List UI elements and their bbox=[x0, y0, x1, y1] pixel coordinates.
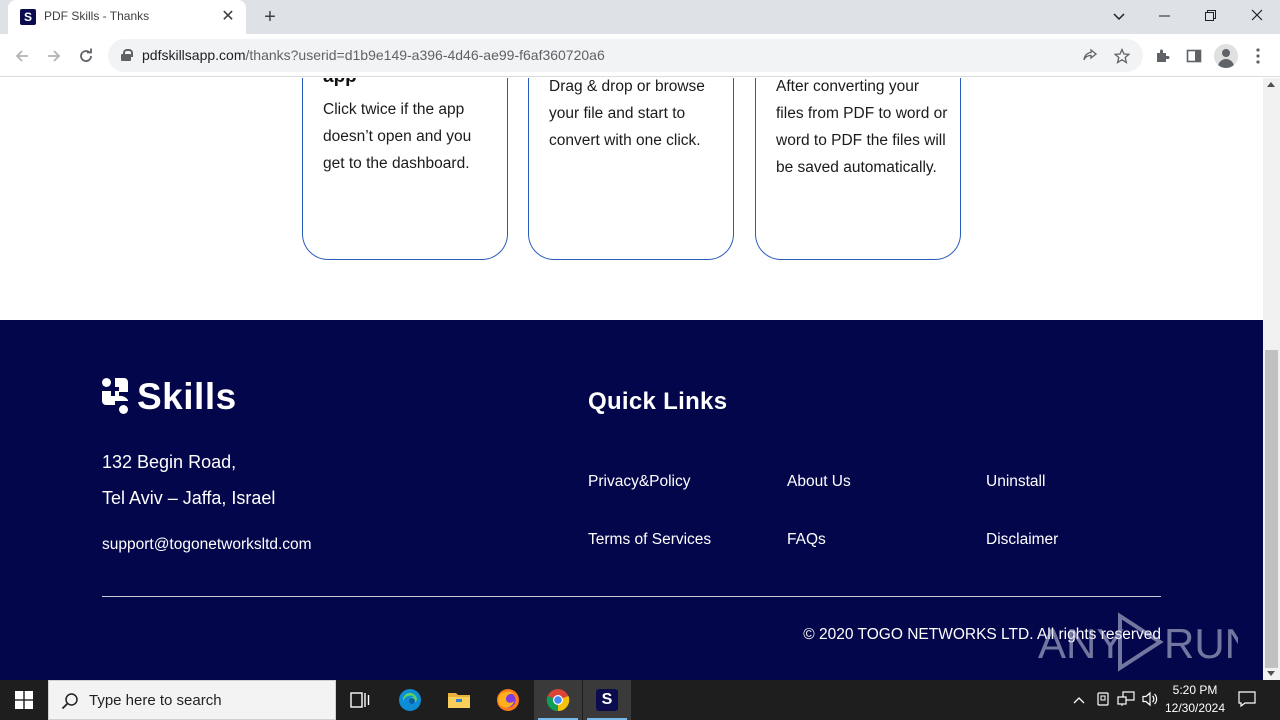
browser-tab[interactable]: S PDF Skills - Thanks ✕ bbox=[8, 0, 246, 34]
about-us-link[interactable]: About Us bbox=[787, 473, 851, 491]
url-text[interactable]: pdfskillsapp.com/thanks?userid=d1b9e149-… bbox=[142, 47, 605, 63]
edge-browser-icon bbox=[399, 689, 421, 711]
lock-icon[interactable] bbox=[121, 49, 133, 61]
step-card-2: Drag & drop or browse your file and star… bbox=[528, 78, 734, 260]
network-icon[interactable] bbox=[1117, 691, 1135, 709]
uninstall-link[interactable]: Uninstall bbox=[986, 473, 1045, 491]
task-view-icon bbox=[350, 692, 370, 708]
browser-tab-strip: S PDF Skills - Thanks ✕ + bbox=[0, 0, 1280, 34]
firefox-taskbar-button[interactable] bbox=[484, 680, 532, 720]
page-scrollbar[interactable] bbox=[1263, 78, 1280, 680]
new-tab-button[interactable]: + bbox=[258, 6, 282, 30]
support-email-link[interactable]: support@togonetworksltd.com bbox=[102, 536, 312, 554]
back-arrow-icon[interactable] bbox=[9, 43, 35, 69]
taskbar-clock-date[interactable]: 12/30/2024 bbox=[1160, 701, 1230, 715]
notifications-icon[interactable] bbox=[1238, 691, 1256, 709]
restore-window-button[interactable] bbox=[1196, 4, 1224, 28]
skills-logo-mark-icon bbox=[102, 378, 128, 414]
minimize-window-button[interactable] bbox=[1150, 4, 1178, 28]
scroll-up-arrow-icon[interactable] bbox=[1267, 82, 1275, 87]
anyrun-watermark: ANY RUN bbox=[1038, 612, 1238, 672]
step-description: Drag & drop or browse your file and star… bbox=[549, 78, 705, 149]
tab-close-icon[interactable]: ✕ bbox=[218, 7, 238, 27]
search-icon bbox=[61, 693, 78, 710]
pdf-skills-app-icon: S bbox=[596, 689, 618, 711]
tab-search-chevron-icon[interactable] bbox=[1105, 4, 1133, 28]
address-line-2: Tel Aviv – Jaffa, Israel bbox=[102, 488, 276, 508]
forward-arrow-icon[interactable] bbox=[41, 43, 67, 69]
taskbar-search-input[interactable]: Type here to search bbox=[48, 680, 336, 720]
logo-text: Skills bbox=[137, 376, 237, 417]
privacy-policy-link[interactable]: Privacy&Policy bbox=[588, 473, 691, 491]
edge-taskbar-button[interactable] bbox=[386, 680, 434, 720]
address-line-1: 132 Begin Road, bbox=[102, 452, 237, 472]
file-explorer-icon bbox=[448, 693, 470, 708]
search-placeholder: Type here to search bbox=[89, 692, 222, 709]
scroll-down-arrow-icon[interactable] bbox=[1267, 671, 1275, 676]
chrome-icon bbox=[546, 689, 570, 712]
watermark-play-icon bbox=[1118, 612, 1164, 672]
page-viewport: app Click twice if the app doesn’t open … bbox=[0, 78, 1263, 680]
step-description: After converting your files from PDF to … bbox=[776, 78, 948, 176]
terms-of-services-link[interactable]: Terms of Services bbox=[588, 531, 711, 549]
browser-menu-icon[interactable] bbox=[1245, 43, 1271, 69]
step-card-3: After converting your files from PDF to … bbox=[755, 78, 961, 260]
profile-avatar-icon[interactable] bbox=[1214, 44, 1238, 68]
address-bar[interactable]: pdfskillsapp.com/thanks?userid=d1b9e149-… bbox=[108, 39, 1143, 72]
pdf-skills-taskbar-button[interactable]: S bbox=[583, 680, 631, 720]
side-panel-icon[interactable] bbox=[1181, 43, 1207, 69]
footer-divider bbox=[102, 596, 1161, 597]
firefox-icon bbox=[497, 689, 519, 711]
close-window-button[interactable] bbox=[1243, 4, 1271, 28]
tray-chevron-up-icon[interactable] bbox=[1070, 691, 1088, 709]
windows-taskbar: Type here to search S 5:20 PM 12/30/2024 bbox=[0, 680, 1280, 720]
step-heading: app bbox=[323, 78, 357, 88]
volume-icon[interactable] bbox=[1141, 691, 1159, 709]
taskbar-clock-time[interactable]: 5:20 PM bbox=[1166, 683, 1224, 697]
share-icon[interactable] bbox=[1079, 45, 1101, 67]
step-card-1: app Click twice if the app doesn’t open … bbox=[302, 78, 508, 260]
extensions-puzzle-icon[interactable] bbox=[1149, 43, 1175, 69]
faqs-link[interactable]: FAQs bbox=[787, 531, 826, 549]
tray-device-icon[interactable] bbox=[1094, 691, 1112, 709]
disclaimer-link[interactable]: Disclaimer bbox=[986, 531, 1058, 549]
site-favicon-icon: S bbox=[20, 9, 36, 25]
bookmark-star-icon[interactable] bbox=[1111, 45, 1133, 67]
quick-links-title: Quick Links bbox=[588, 388, 728, 415]
watermark-text-left: ANY bbox=[1038, 620, 1124, 667]
step-description: Click twice if the app doesn’t open and … bbox=[323, 101, 472, 172]
chrome-taskbar-button[interactable] bbox=[534, 680, 582, 720]
start-button[interactable] bbox=[0, 680, 48, 720]
windows-logo-icon bbox=[15, 691, 33, 709]
site-footer: Skills 132 Begin Road, Tel Aviv – Jaffa,… bbox=[0, 320, 1263, 680]
tab-title: PDF Skills - Thanks bbox=[44, 9, 150, 23]
reload-icon[interactable] bbox=[73, 43, 99, 69]
task-view-button[interactable] bbox=[336, 680, 384, 720]
watermark-text-right: RUN bbox=[1164, 620, 1238, 667]
scrollbar-thumb[interactable] bbox=[1265, 350, 1278, 668]
browser-toolbar: pdfskillsapp.com/thanks?userid=d1b9e149-… bbox=[0, 34, 1280, 77]
file-explorer-taskbar-button[interactable] bbox=[435, 680, 483, 720]
